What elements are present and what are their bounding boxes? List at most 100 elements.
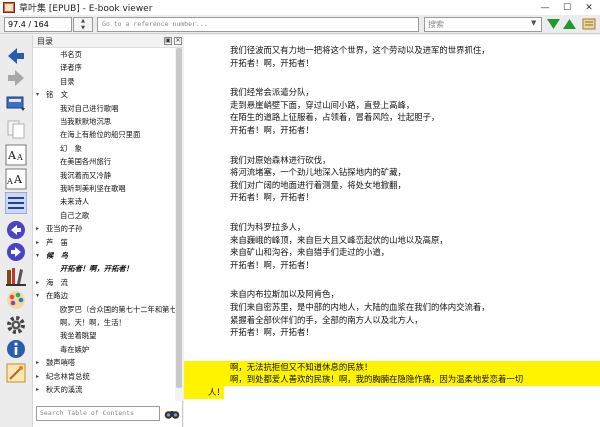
back-icon[interactable] (5, 45, 27, 67)
info-icon[interactable] (5, 338, 27, 360)
poem-line: 走到悬崖峭壁下面，穿过山间小路，直登上高峰， (230, 99, 415, 110)
bookmark-scroll-icon[interactable] (582, 17, 596, 31)
toc-item[interactable]: 铭 文 (46, 89, 175, 101)
window-title: 草叶集 [EPUB] - E-book viewer (19, 4, 153, 14)
toc-item[interactable]: 海 流 (46, 277, 175, 289)
open-book-icon[interactable] (5, 92, 27, 114)
title-bar: 草叶集 [EPUB] - E-book viewer — ☐ ✕ (0, 0, 600, 15)
toc-expand-arrow-icon[interactable]: ▸ (36, 384, 39, 396)
toc-list[interactable]: 书名页 译者序目录 ▾ 铭 文我对自己进行歌唱 当我默默地沉思 在海上有舱位的船只里面幻 … (33, 48, 175, 401)
toc-expand-arrow-icon[interactable]: ▸ (36, 237, 39, 249)
poem-line: 我们对广阔的地面进行着测量，将处女地掀翻， (230, 179, 406, 190)
poem-line: 开拓者！啊，开拓者！ (230, 327, 314, 338)
find-next-icon[interactable] (547, 18, 560, 30)
toc-search-input[interactable]: Search Table of Contents (36, 406, 160, 421)
highlighted-text: 啊，到处都爱人善欢的民族！啊，我的胸腩在隐隐作痛，因为温柔地爱恋着一切 (230, 374, 524, 385)
highlighted-line[interactable]: 啊，到处都爱人善欢的民族！啊，我的胸腩在隐隐作痛，因为温柔地爱恋着一切 (184, 373, 600, 386)
poem-line: 开拓者！啊，开拓者！ (230, 124, 314, 135)
poem-stanza: 我们为科罗拉多人， 来自巍峨的峰顶，来自巨大且又峰峦起伏的山地以及高原， 来自矿山和… (230, 221, 448, 271)
toc-item[interactable]: 译者序 (60, 62, 175, 74)
toc-item[interactable]: 芦 笛 (46, 237, 175, 249)
toc-item[interactable]: 自己之歌 (60, 210, 175, 222)
toc-item[interactable]: 当我默默地沉思 (60, 116, 175, 128)
poem-line: 开拓者！啊，开拓者！ (230, 57, 314, 68)
toc-header: 目录 ▣ ✕ (33, 35, 183, 48)
preferences-gear-icon[interactable] (5, 314, 27, 336)
toc-item[interactable]: 幻 象 (60, 143, 175, 155)
previous-page-icon[interactable] (5, 219, 27, 241)
highlighted-line[interactable]: 啊，无法抗拒但又不知道休息的民族！ (184, 360, 600, 374)
toc-item[interactable]: 在美国各州旅行 (60, 156, 175, 168)
poem-line: 来自巍峨的峰顶，来自巨大且又峰峦起伏的山地以及高原， (230, 234, 448, 245)
svg-text:A: A (13, 173, 23, 186)
toc-item[interactable]: 我沉着而又冷静 (60, 170, 175, 182)
toc-item[interactable]: 在海上有舱位的船只里面 (60, 129, 175, 141)
position-spinner[interactable]: ▲ ▼ (73, 17, 93, 32)
reference-input[interactable]: Go to a reference number... (97, 17, 419, 32)
toc-item[interactable]: 欧罗巴（合众国的第七十二年和第七十三年） (60, 304, 175, 316)
font-size-smaller-icon[interactable]: A A (5, 168, 27, 190)
toc-expand-arrow-icon[interactable]: ▾ (36, 89, 39, 101)
poem-line: 开拓者！啊，开拓者！ (230, 192, 314, 203)
fullscreen-icon[interactable] (5, 362, 27, 384)
toc-item[interactable]: 秋天的溪流 (46, 384, 175, 396)
next-page-icon[interactable] (5, 241, 27, 263)
poem-line: 在陌生的道路上征服着，占领着，冒着风险，壮起胆子， (230, 112, 440, 123)
app-icon (3, 2, 15, 13)
toc-item[interactable]: 啊，天！啊，生活！ (60, 317, 175, 329)
toc-item[interactable]: 开拓者！啊，开拓者！ (60, 263, 175, 275)
highlighted-line[interactable]: 人！ (184, 386, 225, 399)
svg-text:A: A (6, 177, 13, 186)
search-dropdown-icon[interactable]: ▼ (531, 19, 536, 27)
toc-expand-arrow-icon[interactable]: ▸ (36, 223, 39, 235)
toc-item[interactable]: 我坐着眺望 (60, 330, 175, 342)
close-button[interactable]: ✕ (578, 0, 600, 15)
minimize-button[interactable]: — (534, 0, 556, 15)
toc-expand-arrow-icon[interactable]: ▸ (36, 371, 39, 383)
toc-item[interactable]: 纪念林肯总统 (46, 371, 175, 383)
theme-icon[interactable] (5, 289, 27, 311)
toc-item[interactable]: 亚当的子孙 (46, 223, 175, 235)
table-of-contents-icon[interactable] (5, 192, 27, 214)
toc-scroll-thumb[interactable] (176, 48, 182, 388)
toc-expand-arrow-icon[interactable]: ▾ (36, 250, 39, 262)
find-previous-icon[interactable] (563, 18, 576, 30)
toc-search-binoculars-icon[interactable] (164, 407, 180, 420)
toc-expand-arrow-icon[interactable]: ▸ (36, 277, 39, 289)
toc-expand-arrow-icon[interactable]: ▸ (36, 357, 39, 369)
toc-item[interactable]: 目录 (60, 76, 175, 88)
poem-line: 来自矿山和沟谷，来自猎手们走过的小道， (230, 247, 390, 258)
highlighted-text: 人！ (208, 387, 225, 397)
forward-icon[interactable] (5, 67, 27, 89)
svg-text:A: A (7, 149, 17, 162)
highlighted-text: 啊，无法抗拒但又不知道休息的民族！ (230, 361, 373, 372)
font-size-larger-icon[interactable]: A A (5, 144, 27, 166)
svg-text:A: A (16, 153, 23, 162)
toc-scrollbar[interactable] (175, 48, 183, 401)
spin-up-icon[interactable]: ▲ (74, 18, 92, 25)
toc-item[interactable]: 我听到美利坚在歌唱 (60, 183, 175, 195)
poem-line: 我们对原始森林进行砍伐， (230, 154, 331, 165)
window-controls: — ☐ ✕ (534, 0, 600, 15)
toc-item[interactable]: 毒在嫉妒 (60, 344, 175, 356)
book-view[interactable]: 我们径波而又有力地一把将这个世界，这个劳动以及进军的世界抓住， 开拓者！啊，开拓者… (184, 35, 600, 427)
library-icon[interactable] (5, 265, 27, 287)
toc-item[interactable]: 鼓声哨嗒 (46, 357, 175, 369)
toc-item[interactable]: 书名页 (60, 49, 175, 61)
position-input[interactable]: 97.4 / 164 (4, 17, 72, 32)
toc-expand-arrow-icon[interactable]: ▾ (36, 290, 39, 302)
toc-item[interactable]: 未来诗人 (60, 196, 175, 208)
maximize-button[interactable]: ☐ (556, 0, 578, 15)
search-input[interactable]: 搜索 (424, 17, 542, 32)
toc-close-icon[interactable]: ✕ (174, 37, 182, 45)
poem-line: 我们来自密苏里，是中部的内地人，大陆的血浆在我们的体内交流着， (230, 301, 490, 312)
copy-icon[interactable] (5, 118, 27, 140)
toc-item[interactable]: 候 鸟 (46, 250, 175, 262)
toc-item[interactable]: 我对自己进行歌唱 (60, 103, 175, 115)
toc-item[interactable]: 在路边 (46, 290, 175, 302)
poem-line: 将河流堵塞，一个劲儿地深入钻探地内的矿藏， (230, 167, 406, 178)
spin-down-icon[interactable]: ▼ (74, 25, 92, 32)
toc-float-icon[interactable]: ▣ (164, 37, 172, 45)
poem-line: 我们为科罗拉多人， (230, 222, 306, 232)
toc-title: 目录 (37, 37, 53, 46)
